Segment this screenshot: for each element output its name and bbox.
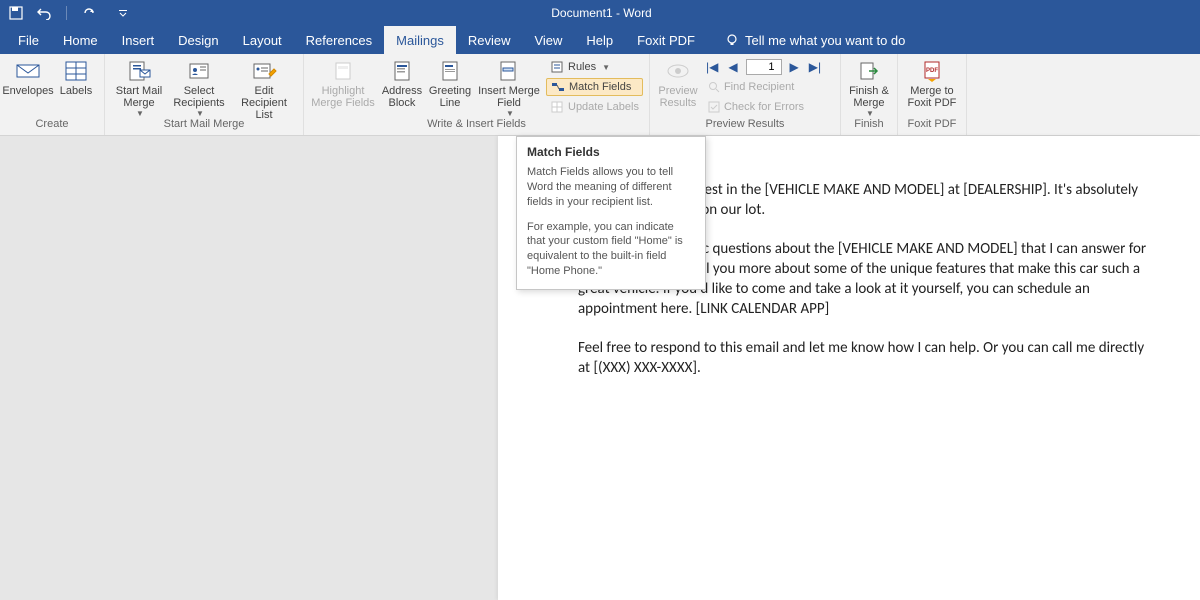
group-start-mail-merge: Start MailMerge ▼ SelectRecipients ▼ Edi… bbox=[105, 54, 304, 135]
prev-record-icon[interactable]: ◀ bbox=[726, 60, 739, 74]
tab-help[interactable]: Help bbox=[574, 26, 625, 54]
check-icon bbox=[708, 101, 720, 113]
insert-field-icon bbox=[498, 58, 520, 84]
tooltip-text-2: For example, you can indicate that your … bbox=[527, 220, 695, 279]
group-label-preview: Preview Results bbox=[706, 118, 785, 130]
redo-icon[interactable] bbox=[81, 5, 97, 21]
labels-icon bbox=[64, 58, 88, 84]
envelopes-button[interactable]: Envelopes bbox=[6, 56, 50, 97]
chevron-down-icon: ▼ bbox=[196, 109, 204, 118]
tab-design[interactable]: Design bbox=[166, 26, 230, 54]
find-recipient-button: Find Recipient bbox=[704, 78, 834, 96]
chevron-down-icon: ▼ bbox=[506, 109, 514, 118]
group-create: Envelopes Labels Create bbox=[0, 54, 105, 135]
rules-icon bbox=[550, 60, 564, 74]
tooltip-title: Match Fields bbox=[527, 145, 695, 159]
group-write-insert: HighlightMerge Fields AddressBlock Greet… bbox=[304, 54, 650, 135]
address-block-button[interactable]: AddressBlock bbox=[380, 56, 424, 109]
start-mail-merge-button[interactable]: Start MailMerge ▼ bbox=[111, 56, 167, 118]
check-errors-button: Check for Errors bbox=[704, 98, 834, 116]
tooltip-text-1: Match Fields allows you to tell Word the… bbox=[527, 165, 695, 210]
preview-icon bbox=[665, 58, 691, 84]
tab-foxit[interactable]: Foxit PDF bbox=[625, 26, 707, 54]
recipients-icon bbox=[187, 58, 211, 84]
doc-paragraph-3: Feel free to respond to this email and l… bbox=[578, 338, 1152, 379]
greeting-icon bbox=[440, 58, 460, 84]
svg-text:PDF: PDF bbox=[926, 68, 938, 74]
tab-file[interactable]: File bbox=[6, 26, 51, 54]
match-fields-icon bbox=[551, 80, 565, 94]
window-title: Document1 - Word bbox=[131, 6, 1072, 20]
group-label-foxit: Foxit PDF bbox=[908, 118, 957, 130]
group-label-start: Start Mail Merge bbox=[164, 118, 245, 130]
title-bar: Document1 - Word bbox=[0, 0, 1200, 26]
group-foxit: PDF Merge toFoxit PDF Foxit PDF bbox=[898, 54, 967, 135]
address-block-icon bbox=[392, 58, 412, 84]
insert-merge-field-button[interactable]: Insert MergeField ▼ bbox=[476, 56, 542, 118]
highlight-icon bbox=[332, 58, 354, 84]
edit-recipient-list-button[interactable]: EditRecipient List bbox=[231, 56, 297, 121]
record-number-input[interactable] bbox=[746, 59, 782, 75]
lightbulb-icon bbox=[725, 33, 739, 47]
merge-to-foxit-button[interactable]: PDF Merge toFoxit PDF bbox=[904, 56, 960, 109]
tab-home[interactable]: Home bbox=[51, 26, 110, 54]
customize-qat-icon[interactable] bbox=[115, 5, 131, 21]
chevron-down-icon: ▼ bbox=[602, 63, 610, 72]
envelope-icon bbox=[15, 58, 41, 84]
mail-merge-icon bbox=[127, 58, 151, 84]
rules-button[interactable]: Rules ▼ bbox=[546, 58, 643, 76]
finish-merge-icon bbox=[857, 58, 881, 84]
tab-view[interactable]: View bbox=[522, 26, 574, 54]
update-labels-icon bbox=[550, 100, 564, 114]
tell-me-label: Tell me what you want to do bbox=[745, 33, 905, 48]
chevron-down-icon: ▼ bbox=[136, 109, 144, 118]
tab-insert[interactable]: Insert bbox=[110, 26, 167, 54]
save-icon[interactable] bbox=[8, 5, 24, 21]
group-finish: Finish &Merge ▼ Finish bbox=[841, 54, 898, 135]
greeting-line-button[interactable]: GreetingLine bbox=[428, 56, 472, 109]
ribbon: Envelopes Labels Create Start MailMerge … bbox=[0, 54, 1200, 136]
edit-list-icon bbox=[251, 58, 277, 84]
highlight-merge-fields-button: HighlightMerge Fields bbox=[310, 56, 376, 109]
chevron-down-icon: ▼ bbox=[866, 109, 874, 118]
match-fields-button[interactable]: Match Fields bbox=[546, 78, 643, 96]
update-labels-button: Update Labels bbox=[546, 98, 643, 116]
undo-icon[interactable] bbox=[36, 5, 52, 21]
finish-merge-button[interactable]: Finish &Merge ▼ bbox=[847, 56, 891, 118]
tab-references[interactable]: References bbox=[294, 26, 384, 54]
first-record-icon[interactable]: |◀ bbox=[704, 60, 720, 74]
separator bbox=[66, 6, 67, 20]
group-label-create: Create bbox=[35, 118, 68, 130]
tab-mailings[interactable]: Mailings bbox=[384, 26, 456, 54]
labels-button[interactable]: Labels bbox=[54, 56, 98, 97]
preview-navigation: |◀ ◀ ▶ ▶| Find Recipient Check fo bbox=[704, 56, 834, 116]
group-label-write: Write & Insert Fields bbox=[427, 118, 526, 130]
document-area: Match Fields Match Fields allows you to … bbox=[0, 136, 1200, 600]
tab-review[interactable]: Review bbox=[456, 26, 523, 54]
tell-me-search[interactable]: Tell me what you want to do bbox=[725, 26, 905, 54]
tab-layout[interactable]: Layout bbox=[231, 26, 294, 54]
ribbon-tabs: File Home Insert Design Layout Reference… bbox=[0, 26, 1200, 54]
write-small-buttons: Rules ▼ Match Fields Update Labels bbox=[546, 56, 643, 116]
group-label-finish: Finish bbox=[854, 118, 883, 130]
pdf-icon: PDF bbox=[920, 58, 944, 84]
select-recipients-button[interactable]: SelectRecipients ▼ bbox=[171, 56, 227, 118]
last-record-icon[interactable]: ▶| bbox=[807, 60, 823, 74]
next-record-icon[interactable]: ▶ bbox=[788, 60, 801, 74]
match-fields-tooltip: Match Fields Match Fields allows you to … bbox=[516, 136, 706, 290]
find-icon bbox=[708, 81, 720, 93]
preview-results-button: PreviewResults bbox=[656, 56, 700, 109]
group-preview-results: PreviewResults |◀ ◀ ▶ ▶| Find Recipient bbox=[650, 54, 841, 135]
quick-access-toolbar bbox=[8, 5, 131, 21]
